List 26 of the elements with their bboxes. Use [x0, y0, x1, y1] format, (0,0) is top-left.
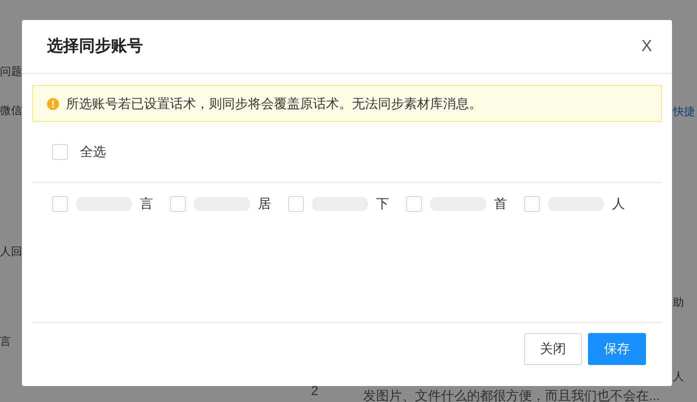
- background-text: 快捷: [673, 105, 695, 120]
- dialog-title: 选择同步账号: [47, 36, 143, 56]
- background-text: 发图片、文件什么的都很方便，而且我们也不会在...: [363, 387, 660, 402]
- background-text: 人: [673, 370, 684, 385]
- account-label: 人: [612, 195, 625, 213]
- account-label: 言: [140, 195, 153, 213]
- background-text: 助: [673, 296, 684, 311]
- background-text: 人回: [0, 245, 22, 260]
- background-text: 言: [0, 334, 11, 350]
- background-text: 微信: [0, 104, 22, 119]
- alert-text: 所选账号若已设置话术，则同步将会覆盖原话术。无法同步素材库消息。: [66, 94, 482, 113]
- select-all-label: 全选: [80, 143, 106, 162]
- warning-icon: [47, 98, 59, 110]
- close-button[interactable]: X: [641, 38, 652, 54]
- account-label: 首: [494, 195, 507, 213]
- account-label: 下: [376, 195, 389, 213]
- checkbox[interactable]: [170, 196, 186, 212]
- checkbox[interactable]: [52, 196, 68, 212]
- close-dialog-button[interactable]: 关闭: [524, 333, 582, 365]
- checkbox[interactable]: [524, 196, 540, 212]
- checkbox[interactable]: [288, 196, 304, 212]
- background-text: 问题: [0, 65, 22, 80]
- checkbox[interactable]: [52, 144, 68, 160]
- background-text: 2: [311, 382, 318, 400]
- checkbox[interactable]: [406, 196, 422, 212]
- account-label: 居: [258, 195, 271, 213]
